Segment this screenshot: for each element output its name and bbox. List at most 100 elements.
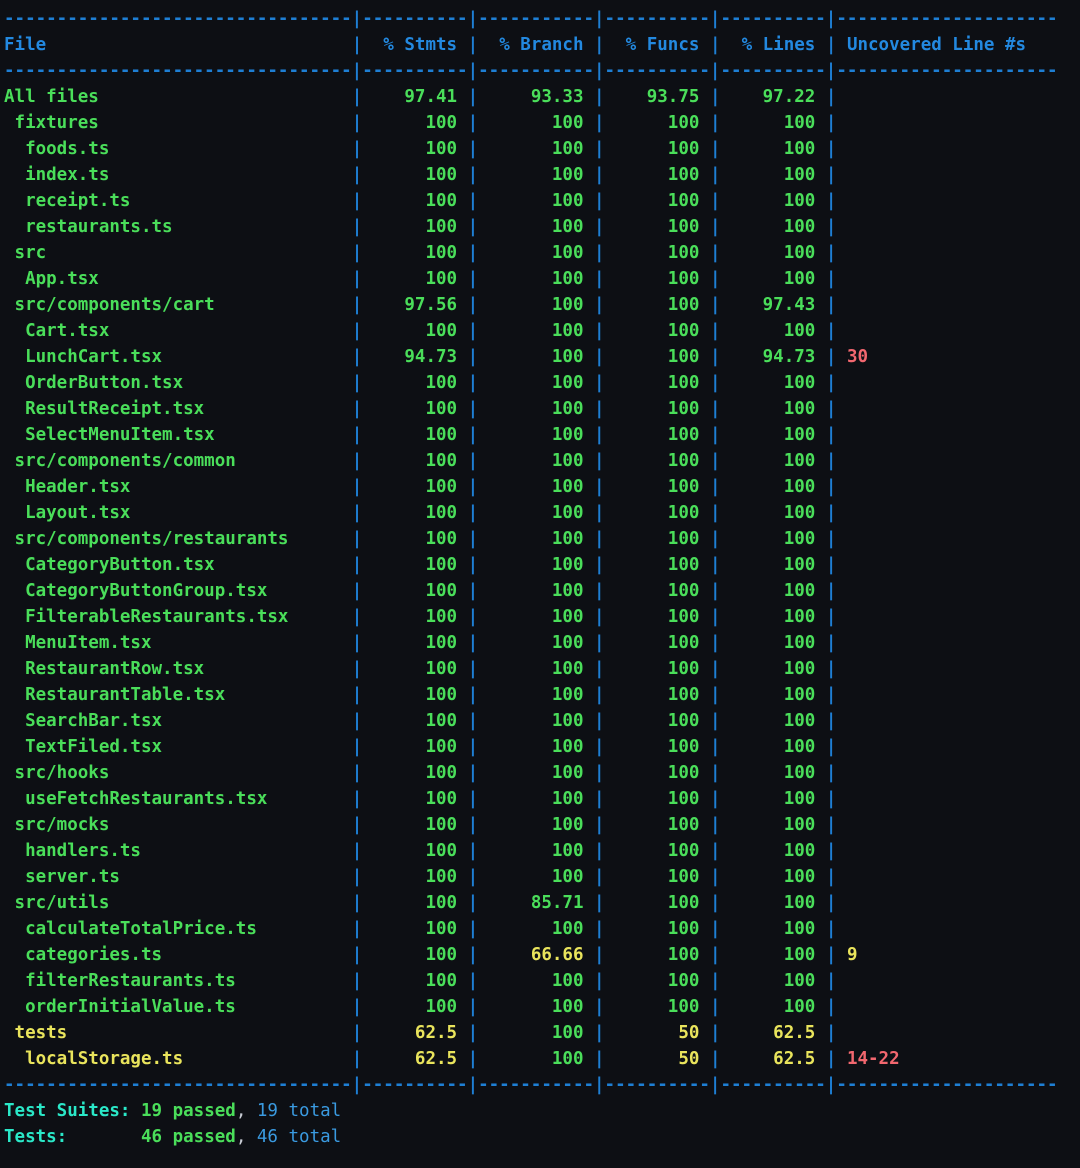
metric-cell-stmts: 100 — [362, 607, 468, 627]
metric-cell-funcs: 100 — [604, 893, 710, 913]
table-row[interactable]: restaurants.ts | 100 | 100 | 100 | 100 | — [4, 214, 1080, 240]
metric-cell-lines: 100 — [720, 399, 826, 419]
column-divider: | — [351, 139, 363, 159]
column-divider: | — [825, 165, 837, 185]
table-row[interactable]: SearchBar.tsx | 100 | 100 | 100 | 100 | — [4, 708, 1080, 734]
table-row[interactable]: handlers.ts | 100 | 100 | 100 | 100 | — [4, 838, 1080, 864]
column-divider: | — [709, 321, 721, 341]
column-divider: | — [351, 529, 363, 549]
metric-cell-branch: 100 — [478, 243, 595, 263]
column-divider: | — [709, 971, 721, 991]
column-divider: | — [709, 503, 721, 523]
file-name-cell: FilterableRestaurants.tsx — [4, 607, 352, 627]
table-row[interactable]: src | 100 | 100 | 100 | 100 | — [4, 240, 1080, 266]
column-divider: | — [594, 295, 605, 315]
table-row[interactable]: src/components/cart | 97.56 | 100 | 100 … — [4, 292, 1080, 318]
table-row[interactable]: src/components/common | 100 | 100 | 100 … — [4, 448, 1080, 474]
column-divider: | — [709, 763, 721, 783]
table-row[interactable]: OrderButton.tsx | 100 | 100 | 100 | 100 … — [4, 370, 1080, 396]
metric-cell-branch: 100 — [478, 867, 595, 887]
table-row[interactable]: CategoryButton.tsx | 100 | 100 | 100 | 1… — [4, 552, 1080, 578]
column-divider: | — [825, 633, 837, 653]
metric-cell-stmts: 100 — [362, 763, 468, 783]
table-row[interactable]: src/utils | 100 | 85.71 | 100 | 100 | — [4, 890, 1080, 916]
metric-cell-funcs: 100 — [604, 581, 710, 601]
table-row[interactable]: useFetchRestaurants.tsx | 100 | 100 | 10… — [4, 786, 1080, 812]
column-divider: | — [825, 685, 837, 705]
table-row[interactable]: LunchCart.tsx | 94.73 | 100 | 100 | 94.7… — [4, 344, 1080, 370]
table-row[interactable]: index.ts | 100 | 100 | 100 | 100 | — [4, 162, 1080, 188]
metric-cell-lines: 100 — [720, 555, 826, 575]
table-row[interactable]: MenuItem.tsx | 100 | 100 | 100 | 100 | — [4, 630, 1080, 656]
table-row[interactable]: tests | 62.5 | 100 | 50 | 62.5 | — [4, 1020, 1080, 1046]
metric-cell-lines: 100 — [720, 451, 826, 471]
column-divider: | — [467, 451, 479, 471]
metric-cell-lines: 100 — [720, 711, 826, 731]
metric-cell-stmts: 100 — [362, 555, 468, 575]
column-divider: | — [467, 659, 479, 679]
table-row[interactable]: calculateTotalPrice.ts | 100 | 100 | 100… — [4, 916, 1080, 942]
column-divider: | — [594, 607, 605, 627]
table-row[interactable]: fixtures | 100 | 100 | 100 | 100 | — [4, 110, 1080, 136]
column-divider: | — [351, 633, 363, 653]
column-divider: | — [351, 555, 363, 575]
metric-cell-branch: 100 — [478, 555, 595, 575]
table-row[interactable]: receipt.ts | 100 | 100 | 100 | 100 | — [4, 188, 1080, 214]
metric-cell-stmts: 100 — [362, 581, 468, 601]
column-divider: | — [467, 1023, 479, 1043]
table-row[interactable]: filterRestaurants.ts | 100 | 100 | 100 |… — [4, 968, 1080, 994]
table-row[interactable]: localStorage.ts | 62.5 | 100 | 50 | 62.5… — [4, 1046, 1080, 1072]
table-row[interactable]: SelectMenuItem.tsx | 100 | 100 | 100 | 1… — [4, 422, 1080, 448]
file-name-cell: src/components/common — [4, 451, 352, 471]
column-divider: | — [594, 737, 605, 757]
metric-cell-branch: 66.66 — [478, 945, 595, 965]
metric-cell-lines: 100 — [720, 659, 826, 679]
table-row[interactable]: RestaurantRow.tsx | 100 | 100 | 100 | 10… — [4, 656, 1080, 682]
table-row[interactable]: Header.tsx | 100 | 100 | 100 | 100 | — [4, 474, 1080, 500]
column-divider: | — [594, 711, 605, 731]
table-row[interactable]: RestaurantTable.tsx | 100 | 100 | 100 | … — [4, 682, 1080, 708]
table-row[interactable]: All files | 97.41 | 93.33 | 93.75 | 97.2… — [4, 84, 1080, 110]
metric-cell-lines: 100 — [720, 503, 826, 523]
column-divider: | — [825, 607, 837, 627]
table-row[interactable]: src/components/restaurants | 100 | 100 |… — [4, 526, 1080, 552]
table-row[interactable]: server.ts | 100 | 100 | 100 | 100 | — [4, 864, 1080, 890]
column-divider: | — [351, 35, 363, 55]
column-divider: | — [825, 191, 837, 211]
table-row[interactable]: ResultReceipt.tsx | 100 | 100 | 100 | 10… — [4, 396, 1080, 422]
table-row[interactable]: CategoryButtonGroup.tsx | 100 | 100 | 10… — [4, 578, 1080, 604]
metric-cell-stmts: 100 — [362, 243, 468, 263]
column-divider: | — [709, 87, 721, 107]
metric-cell-lines: 100 — [720, 867, 826, 887]
summary-comma: , — [235, 1101, 247, 1121]
table-row[interactable]: Layout.tsx | 100 | 100 | 100 | 100 | — [4, 500, 1080, 526]
metric-cell-funcs: 93.75 — [604, 87, 710, 107]
column-divider: | — [825, 373, 837, 393]
table-row[interactable]: src/hooks | 100 | 100 | 100 | 100 | — [4, 760, 1080, 786]
table-row[interactable]: src/mocks | 100 | 100 | 100 | 100 | — [4, 812, 1080, 838]
metric-cell-branch: 100 — [478, 217, 595, 237]
table-row[interactable]: foods.ts | 100 | 100 | 100 | 100 | — [4, 136, 1080, 162]
metric-cell-funcs: 50 — [604, 1049, 710, 1069]
column-divider: | — [594, 217, 605, 237]
table-row[interactable]: TextFiled.tsx | 100 | 100 | 100 | 100 | — [4, 734, 1080, 760]
table-row[interactable]: Cart.tsx | 100 | 100 | 100 | 100 | — [4, 318, 1080, 344]
column-divider: | — [825, 763, 837, 783]
table-row[interactable]: orderInitialValue.ts | 100 | 100 | 100 |… — [4, 994, 1080, 1020]
table-row[interactable]: categories.ts | 100 | 66.66 | 100 | 100 … — [4, 942, 1080, 968]
metric-cell-funcs: 100 — [604, 477, 710, 497]
column-divider: | — [351, 165, 363, 185]
table-row[interactable]: FilterableRestaurants.tsx | 100 | 100 | … — [4, 604, 1080, 630]
column-divider: | — [709, 373, 721, 393]
file-name-cell: src/mocks — [4, 815, 352, 835]
column-divider: | — [467, 841, 479, 861]
metric-cell-branch: 100 — [478, 139, 595, 159]
column-divider: | — [467, 815, 479, 835]
metric-cell-lines: 100 — [720, 633, 826, 653]
metric-cell-funcs: 100 — [604, 919, 710, 939]
table-row[interactable]: App.tsx | 100 | 100 | 100 | 100 | — [4, 266, 1080, 292]
column-divider: | — [351, 269, 363, 289]
metric-cell-stmts: 100 — [362, 971, 468, 991]
column-divider: | — [594, 555, 605, 575]
column-divider: | — [594, 763, 605, 783]
